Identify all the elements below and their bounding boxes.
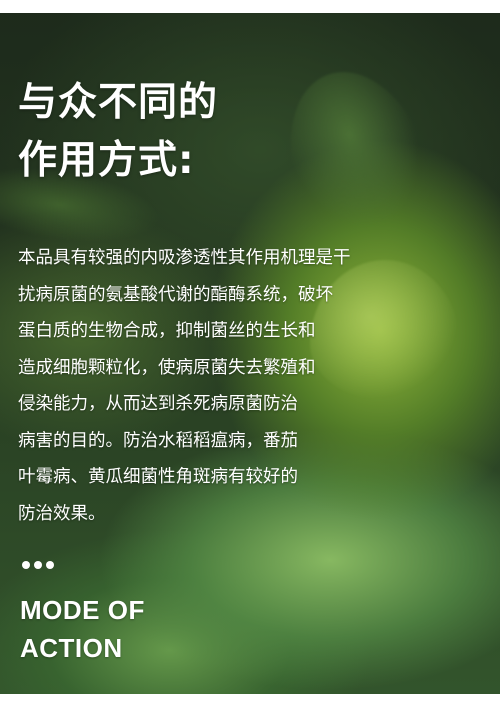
description-line: 病害的目的。防治水稻稻瘟病，番茄: [18, 430, 298, 451]
mode-label-line-1: MODE OF: [20, 595, 145, 625]
description-paragraph: 本品具有较强的内吸渗透性其作用机理是干 扰病原菌的氨基酸代谢的酯酶系统，破坏 蛋…: [18, 240, 448, 532]
mode-label-line-2: ACTION: [20, 633, 123, 663]
headline: 与众不同的 作用方式:: [18, 74, 348, 190]
mode-of-action-label: MODE OF ACTION: [20, 591, 145, 667]
description-line: 侵染能力，从而达到杀死病原菌防治: [18, 394, 298, 414]
description-line: 扰病原菌的氨基酸代谢的酯酶系统，破坏: [18, 284, 333, 305]
description-line: 造成细胞颗粒化，使病原菌失去繁殖和: [18, 357, 316, 378]
description-line: 防治效果。: [18, 503, 106, 524]
bottom-border: [0, 694, 500, 705]
poster: 与众不同的 作用方式: 本品具有较强的内吸渗透性其作用机理是干 扰病原菌的氨基酸…: [0, 0, 500, 705]
dot: [34, 561, 42, 569]
headline-line-2: 作用方式:: [18, 138, 195, 183]
top-border: [0, 0, 500, 13]
ellipsis-dots-icon: [22, 561, 54, 569]
description-line: 本品具有较强的内吸渗透性其作用机理是干: [18, 248, 351, 268]
dot: [46, 561, 54, 569]
description-line: 蛋白质的生物合成，抑制菌丝的生长和: [18, 321, 316, 341]
headline-line-1: 与众不同的: [18, 80, 219, 125]
description-line: 叶霉病、黄瓜细菌性角斑病有较好的: [18, 467, 298, 487]
dot: [22, 561, 30, 569]
